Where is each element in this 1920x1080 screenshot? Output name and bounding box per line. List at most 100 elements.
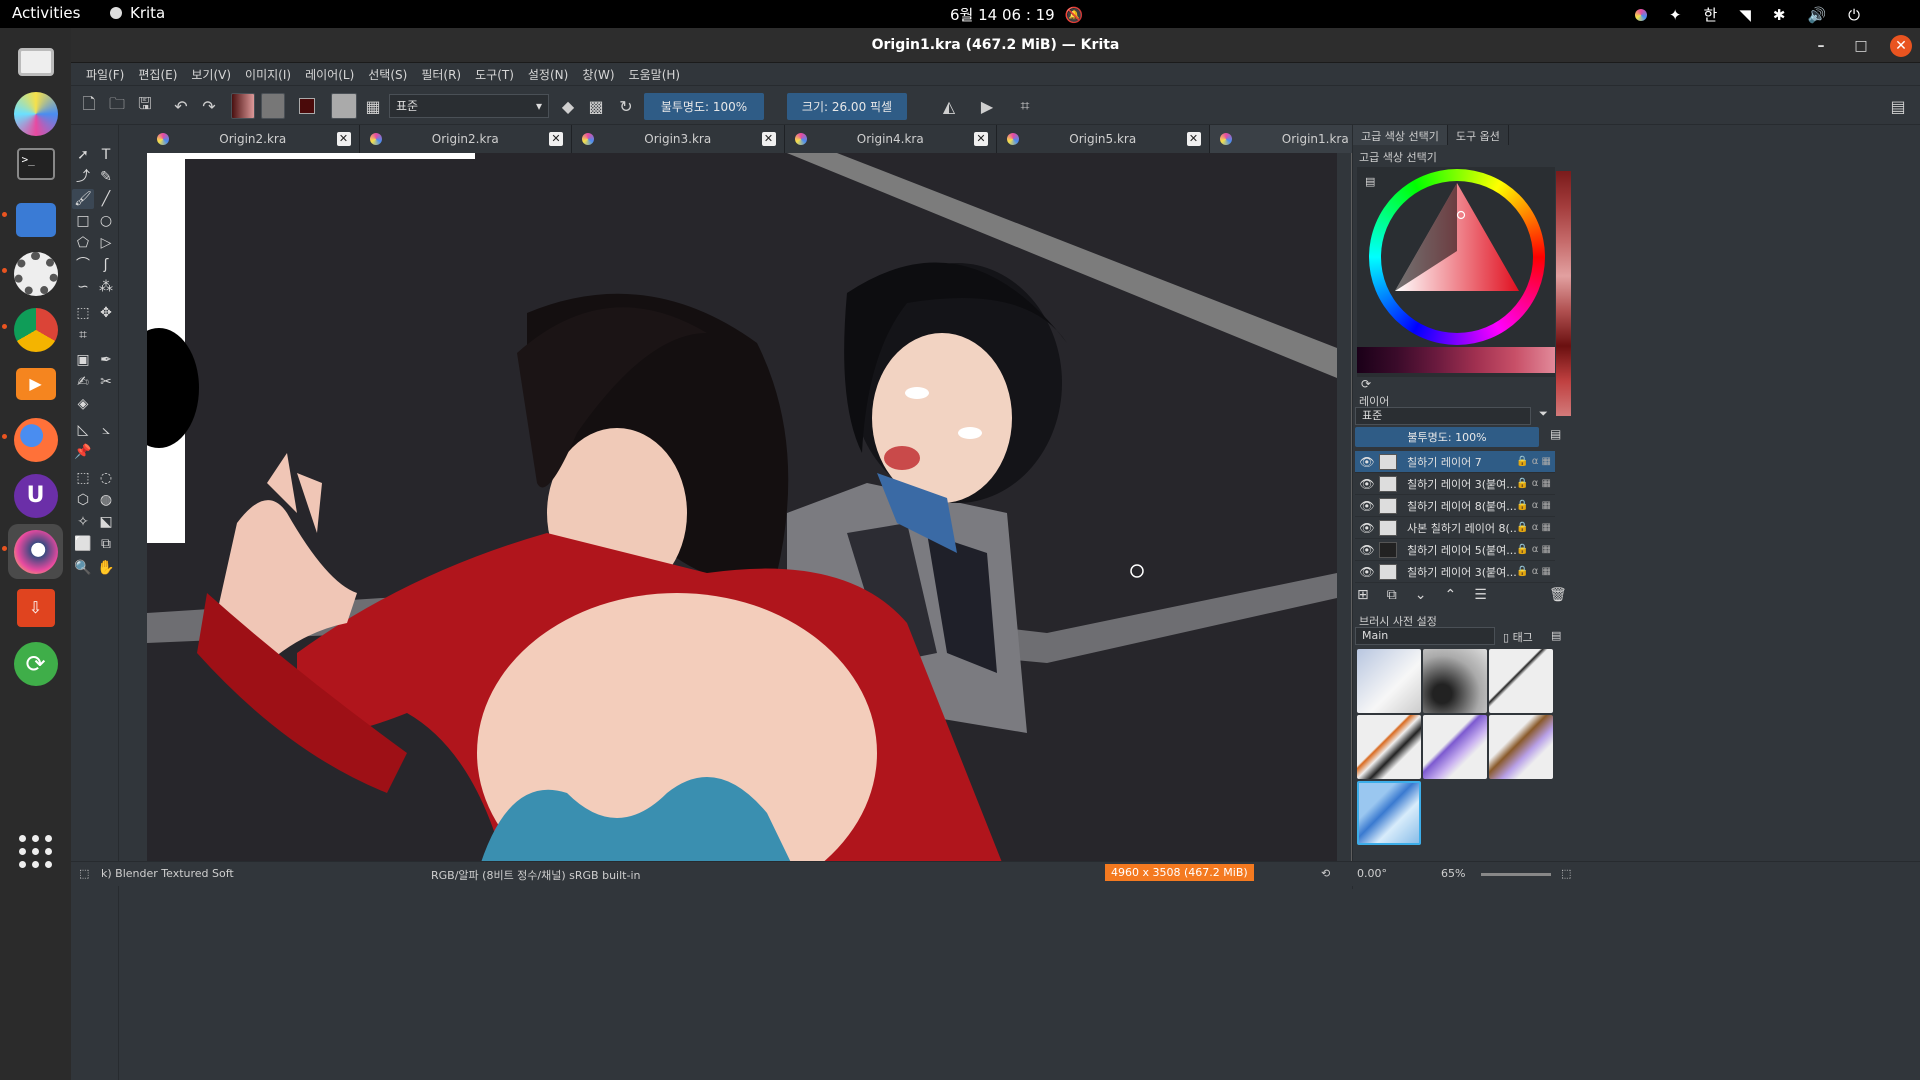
delete-layer-icon[interactable]: 🗑 [1549,587,1567,603]
layer-row[interactable]: 👁 칠하기 레이어 3(붙여... 🔒 α ▦ [1355,473,1555,495]
menu-view[interactable]: 보기(V) [184,66,238,83]
eye-icon[interactable]: 👁 [1359,521,1375,535]
fg-bg-color-swatch[interactable] [295,93,319,119]
volume-icon[interactable]: 🔊 [1807,6,1826,24]
save-icon[interactable]: 🖫 [135,93,155,119]
minimize-button[interactable]: – [1810,35,1832,57]
crop-tool-icon[interactable]: ⌗ [72,325,94,345]
tag-button[interactable]: ▯ 태그 [1503,629,1533,645]
close-tab-icon[interactable]: ✕ [549,132,563,146]
maximize-button[interactable]: □ [1850,35,1872,57]
layer-lock-alpha-icons[interactable]: 🔒 α ▦ [1516,566,1551,577]
tab-tool-options[interactable]: 도구 옵션 [1448,125,1509,145]
layer-properties-icon[interactable]: ☰ [1474,587,1487,603]
tab-document[interactable]: Origin4.kra ✕ [784,125,997,153]
color-sampler-tool-icon[interactable]: ✒ [95,350,117,370]
menu-file[interactable]: 파일(F) [79,66,131,83]
ellipse-select-tool-icon[interactable]: ◌ [95,468,117,488]
dock-settings[interactable] [8,246,63,301]
fill-tool-icon[interactable]: ◈ [72,394,94,414]
new-document-icon[interactable]: 🗋 [79,93,99,119]
eye-icon[interactable]: 👁 [1359,565,1375,579]
workspace-icon[interactable]: ▦ [363,93,383,119]
assistant-tool-icon[interactable]: ◺ [72,420,94,440]
tab-document[interactable]: Origin3.kra ✕ [572,125,785,153]
menu-layer[interactable]: 레이어(L) [298,66,361,83]
freehand-brush-tool-icon[interactable]: 🖌 [72,189,94,209]
accessibility-icon[interactable]: ✦ [1669,6,1682,24]
edit-shape-tool-icon[interactable]: ⤴ [72,167,94,187]
gradient-tool-icon[interactable]: ▣ [72,350,94,370]
dock-downloader[interactable]: ⇩ [8,580,63,635]
blend-mode-dropdown[interactable]: 표준 ▾ [389,94,549,118]
vertical-scrollbar[interactable] [1337,153,1351,875]
wrap-around-icon[interactable]: ⌗ [1015,93,1035,119]
bluetooth-icon[interactable]: ✱ [1773,6,1786,24]
layer-blend-mode-dropdown[interactable]: 표준 [1355,407,1531,425]
layer-lock-alpha-icons[interactable]: 🔒 α ▦ [1516,544,1551,555]
brush-preset-pen[interactable] [1489,649,1553,713]
saturation-value-triangle[interactable] [1391,181,1523,301]
app-menu[interactable]: Krita [110,4,165,22]
eye-icon[interactable]: 👁 [1359,499,1375,513]
opacity-slider[interactable]: 불투명도: 100% [644,93,764,120]
measure-tool-icon[interactable]: ⦣ [95,420,117,440]
ellipse-tool-icon[interactable]: ○ [95,211,117,231]
eraser-mode-icon[interactable]: ◆ [558,93,578,119]
reference-images-tool-icon[interactable]: 📌 [72,442,94,462]
smart-patch-tool-icon[interactable]: ✂ [95,372,117,392]
tab-advanced-color-selector[interactable]: 고급 색상 선택기 [1353,125,1448,145]
contiguous-select-tool-icon[interactable]: ✧ [72,512,94,532]
layer-row[interactable]: 👁 칠하기 레이어 3(붙여... 🔒 α ▦ [1355,561,1555,583]
rect-select-tool-icon[interactable]: ⬚ [72,468,94,488]
polygon-select-tool-icon[interactable]: ⬡ [72,490,94,510]
layer-lock-alpha-icons[interactable]: 🔒 α ▦ [1516,522,1551,533]
power-icon[interactable]: ⏻ [1848,6,1860,24]
brush-preset-airbrush[interactable] [1423,649,1487,713]
size-slider[interactable]: 크기: 26.00 픽셀 [787,93,907,120]
dock-update-manager[interactable]: ⟳ [8,636,63,691]
eye-icon[interactable]: 👁 [1359,543,1375,557]
close-tab-icon[interactable]: ✕ [974,132,988,146]
close-tab-icon[interactable]: ✕ [1186,132,1201,146]
color-selector-menu-icon[interactable]: ▤ [1365,175,1375,188]
filter-icon[interactable]: ⏷ [1539,407,1548,421]
move-tool-icon[interactable]: ✥ [95,303,117,323]
dock-firefox[interactable] [8,412,63,467]
undo-icon[interactable]: ↶ [171,93,191,119]
open-folder-icon[interactable]: 🗀 [107,93,127,119]
menu-tools[interactable]: 도구(T) [468,66,521,83]
close-button[interactable]: ✕ [1890,34,1912,57]
window-titlebar[interactable]: Origin1.kra (467.2 MiB) — Krita – □ ✕ [71,28,1920,63]
refresh-icon[interactable]: ⟳ [1361,377,1371,391]
close-tab-icon[interactable]: ✕ [336,132,351,146]
menu-window[interactable]: 창(W) [575,66,621,83]
dock-krita-launcher[interactable] [8,86,63,141]
layer-lock-alpha-icons[interactable]: 🔒 α ▦ [1516,478,1551,489]
similar-color-select-tool-icon[interactable]: ⬕ [95,512,117,532]
color-picker-tray-icon[interactable] [1634,8,1647,21]
move-layer-down-icon[interactable]: ⌄ [1415,587,1427,603]
wifi-icon[interactable]: ◥ [1739,6,1751,24]
layer-opacity-slider[interactable]: 불투명도: 100% [1355,427,1539,447]
calligraphy-tool-icon[interactable]: ✎ [95,167,117,187]
artwork-canvas[interactable] [147,153,1422,875]
dock-chrome[interactable] [8,302,63,357]
tab-document[interactable]: Origin2.kra ✕ [147,125,360,153]
bezier-select-tool-icon[interactable]: ⬜ [72,534,94,554]
brush-preset-textured-soft[interactable] [1357,781,1421,845]
show-applications-button[interactable] [8,824,63,879]
brush-preview-icon[interactable]: ⬚ [79,867,89,880]
magnetic-select-tool-icon[interactable]: ⧉ [95,534,117,554]
zoom-to-fit-icon[interactable]: ⬚ [1561,867,1571,880]
layer-lock-alpha-icons[interactable]: 🔒 α ▦ [1516,456,1551,467]
brush-preset-eraser[interactable] [1357,649,1421,713]
layer-lock-alpha-icons[interactable]: 🔒 α ▦ [1516,500,1551,511]
brush-preset-watercolor[interactable] [1423,715,1487,779]
dynamic-brush-tool-icon[interactable]: ∽ [72,277,94,297]
clock[interactable]: 6월 14 06 : 19 🔕 [950,4,1083,25]
menu-filter[interactable]: 필터(R) [414,66,468,83]
tab-document[interactable]: Origin5.kra ✕ [997,125,1210,153]
brush-preset-chooser[interactable] [331,93,357,119]
menu-select[interactable]: 선택(S) [361,66,414,83]
